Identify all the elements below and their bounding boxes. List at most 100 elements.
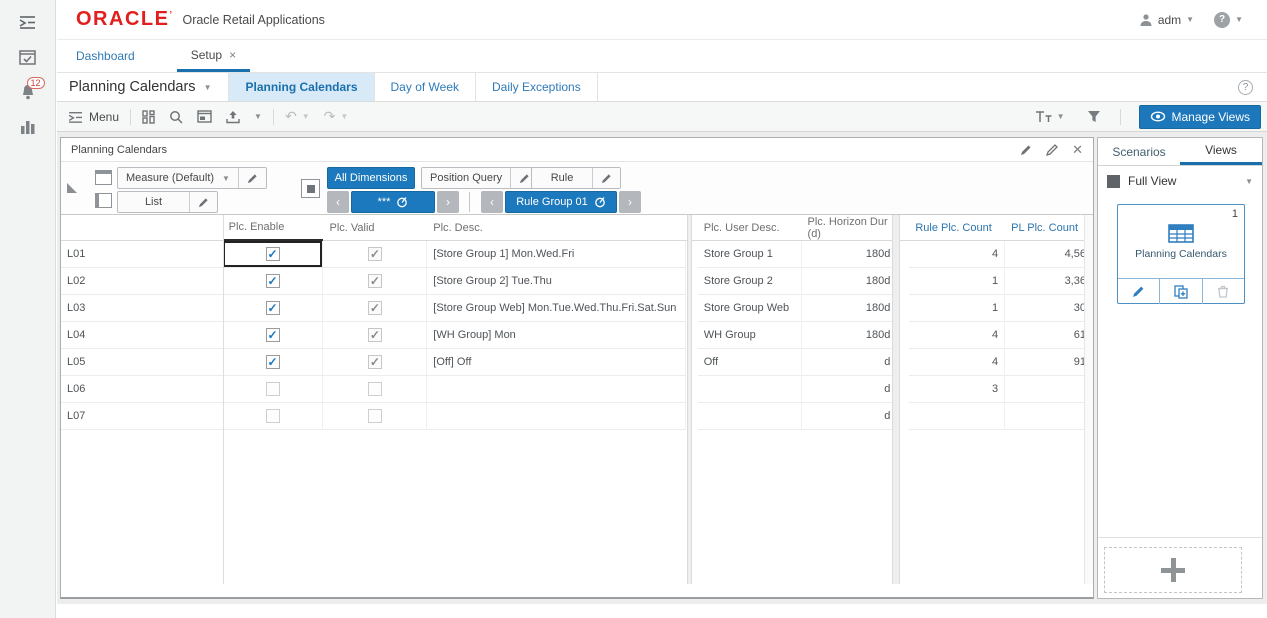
column-header[interactable]: PL Plc. Count <box>1005 215 1093 241</box>
export-dropdown-caret[interactable]: ▼ <box>247 102 269 131</box>
horizon-cell[interactable]: d <box>802 376 898 403</box>
vertical-scrollbar[interactable] <box>1084 215 1093 584</box>
column-header[interactable]: Rule Plc. Count <box>909 215 1005 241</box>
row-header-cell[interactable]: L07 <box>61 403 223 430</box>
pivot-center-icon[interactable] <box>301 179 320 198</box>
all-dimensions-button[interactable]: All Dimensions <box>327 167 415 189</box>
app-title: Oracle Retail Applications <box>182 13 324 27</box>
bar-chart-icon[interactable] <box>17 118 39 136</box>
search-icon[interactable] <box>162 102 190 131</box>
tab-scenarios[interactable]: Scenarios <box>1098 138 1180 165</box>
notifications-bell-icon[interactable]: 12 <box>17 83 39 101</box>
valid-checkbox-cell: ✓ <box>323 322 427 349</box>
close-tab-icon[interactable]: × <box>229 48 236 62</box>
duplicate-view-button[interactable] <box>1159 279 1201 304</box>
horizon-cell[interactable]: 180d <box>802 322 898 349</box>
close-panel-icon[interactable]: ✕ <box>1072 142 1083 158</box>
desc-cell[interactable]: [WH Group] Mon <box>427 322 685 349</box>
edit-list-profile-button[interactable] <box>189 192 217 212</box>
desc-cell[interactable]: [Store Group Web] Mon.Tue.Wed.Thu.Fri.Sa… <box>427 295 685 322</box>
filter-button[interactable] <box>1080 110 1108 123</box>
tab-day-of-week[interactable]: Day of Week <box>374 73 475 101</box>
enable-checkbox-cell[interactable]: ✓ <box>223 241 324 268</box>
help-outline-icon[interactable]: ? <box>1238 80 1253 95</box>
list-profile-button[interactable]: List <box>117 191 218 213</box>
enable-checkbox-cell[interactable]: ✓ <box>223 268 324 295</box>
row-header-cell[interactable]: L05 <box>61 349 223 376</box>
desc-cell[interactable]: [Off] Off <box>427 349 685 376</box>
user-desc-cell[interactable] <box>698 403 802 430</box>
rule-button[interactable]: Rule <box>531 167 621 189</box>
user-desc-cell[interactable]: Store Group 1 <box>698 241 802 268</box>
tab-daily-exceptions[interactable]: Daily Exceptions <box>475 73 598 101</box>
edit-style-icon[interactable] <box>1046 144 1058 156</box>
checkbox: ✓ <box>266 301 280 315</box>
row-header-cell[interactable]: L02 <box>61 268 223 295</box>
enable-checkbox-cell[interactable] <box>223 403 324 430</box>
desc-cell[interactable]: [Store Group 2] Tue.Thu <box>427 268 685 295</box>
horizon-cell[interactable]: 180d <box>802 295 898 322</box>
desc-cell[interactable]: [Store Group 1] Mon.Wed.Fri <box>427 241 685 268</box>
add-view-dropzone[interactable] <box>1104 547 1242 593</box>
manage-views-button[interactable]: Manage Views <box>1139 105 1262 129</box>
measure-slice-prev-button[interactable]: ‹ <box>327 191 349 213</box>
measure-slice-next-button[interactable]: › <box>437 191 459 213</box>
column-header[interactable]: Plc. User Desc. <box>698 215 802 241</box>
tab-planning-calendars[interactable]: Planning Calendars <box>228 73 373 101</box>
horizon-cell[interactable]: d <box>802 403 898 430</box>
edit-measure-profile-button[interactable] <box>238 168 266 188</box>
desc-cell[interactable] <box>427 376 685 403</box>
enable-checkbox-cell[interactable] <box>223 376 324 403</box>
row-header-cell[interactable]: L01 <box>61 241 223 268</box>
tab-setup[interactable]: Setup × <box>177 40 250 72</box>
enable-checkbox-cell[interactable]: ✓ <box>223 322 324 349</box>
redo-button[interactable]: ↷▼ <box>317 102 356 131</box>
undo-button[interactable]: ↶▼ <box>278 102 317 131</box>
pencil-icon <box>198 197 209 208</box>
column-header[interactable]: Plc. Horizon Dur (d) <box>802 215 898 241</box>
open-window-icon[interactable] <box>190 102 219 131</box>
horizon-cell[interactable]: d <box>802 349 898 376</box>
rule-slice-next-button[interactable]: › <box>619 191 641 213</box>
help-menu[interactable]: ? ▼ <box>1214 12 1243 28</box>
row-header-cell[interactable]: L06 <box>61 376 223 403</box>
column-header[interactable]: Plc. Valid <box>323 215 427 241</box>
view-selector[interactable]: Full View ▼ <box>1098 166 1262 196</box>
user-menu[interactable]: adm ▼ <box>1139 13 1194 27</box>
row-header-cell[interactable]: L03 <box>61 295 223 322</box>
format-button[interactable]: ▼ <box>1028 110 1072 123</box>
layout-blocks-icon[interactable] <box>135 102 162 131</box>
user-desc-cell[interactable] <box>698 376 802 403</box>
user-desc-cell[interactable]: Off <box>698 349 802 376</box>
edit-view-icon[interactable] <box>1020 144 1032 156</box>
horizon-cell[interactable]: 180d <box>802 241 898 268</box>
column-header[interactable]: Plc. Desc. <box>427 215 685 241</box>
enable-checkbox-cell[interactable]: ✓ <box>223 349 324 376</box>
position-query-button[interactable]: Position Query <box>421 167 539 189</box>
enable-checkbox-cell[interactable]: ✓ <box>223 295 324 322</box>
user-desc-cell[interactable]: Store Group 2 <box>698 268 802 295</box>
export-icon[interactable] <box>219 102 247 131</box>
user-desc-cell[interactable]: Store Group Web <box>698 295 802 322</box>
edit-rule-button[interactable] <box>592 168 620 188</box>
column-header[interactable]: Plc. Enable <box>223 215 324 241</box>
calendar-check-icon[interactable] <box>17 48 39 66</box>
menu-button[interactable]: Menu <box>61 102 126 131</box>
view-card-planning-calendars[interactable]: 1 Planning Calendars <box>1117 204 1245 304</box>
delete-view-button[interactable] <box>1202 279 1244 304</box>
collapse-triangle-icon[interactable] <box>67 183 77 193</box>
rule-slice-button[interactable]: Rule Group 01 <box>505 191 617 213</box>
table-row: L02 ✓ ✓ [Store Group 2] Tue.Thu Store Gr… <box>61 268 1093 295</box>
desc-cell[interactable] <box>427 403 685 430</box>
measure-slice-button[interactable]: *** <box>351 191 435 213</box>
rule-slice-prev-button[interactable]: ‹ <box>481 191 503 213</box>
measure-profile-button[interactable]: Measure (Default)▼ <box>117 167 267 189</box>
edit-view-button[interactable] <box>1118 279 1159 304</box>
tab-dashboard[interactable]: Dashboard <box>62 40 149 72</box>
horizon-cell[interactable]: 180d <box>802 268 898 295</box>
row-header-cell[interactable]: L04 <box>61 322 223 349</box>
taskflow-icon[interactable] <box>17 13 39 31</box>
tab-views[interactable]: Views <box>1180 138 1262 165</box>
user-desc-cell[interactable]: WH Group <box>698 322 802 349</box>
module-selector[interactable]: Planning Calendars ▼ <box>57 73 228 101</box>
